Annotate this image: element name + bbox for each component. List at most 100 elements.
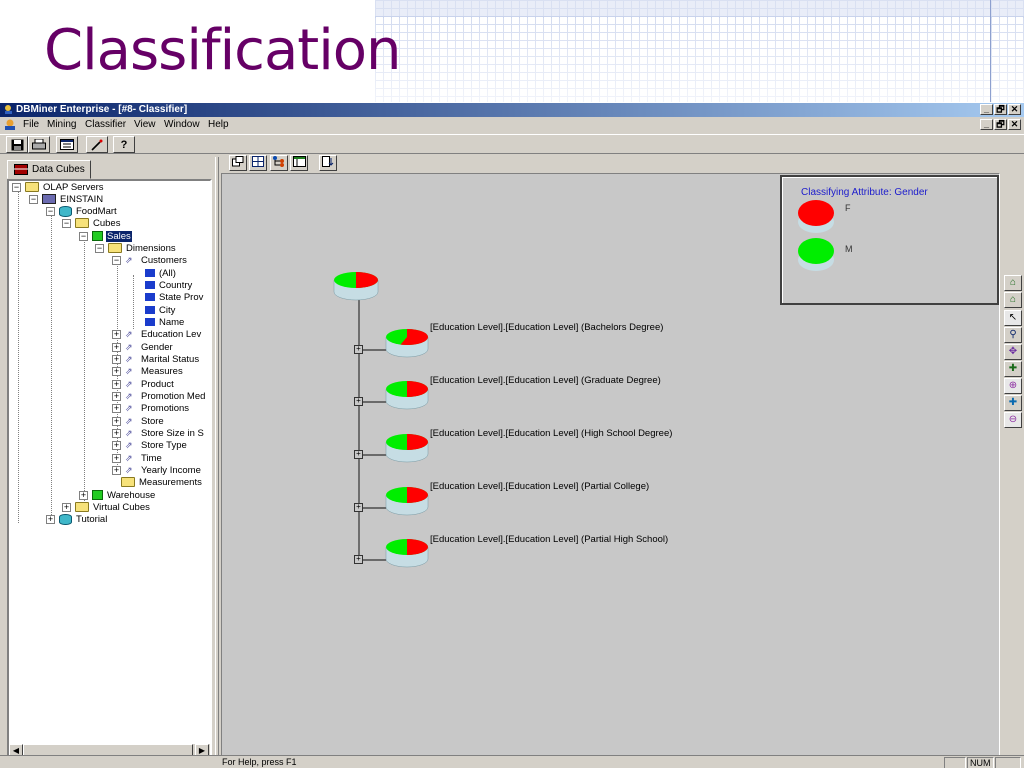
tree-item-city[interactable]: City [145,305,176,317]
tree-item-state-prov[interactable]: State Prov [145,292,204,304]
tree-item-yearly-income[interactable]: + ⇗ Yearly Income [112,465,202,477]
menu-file[interactable]: File [23,119,39,130]
expand-node-button[interactable]: + [354,503,363,512]
tab-data-cubes[interactable]: Data Cubes [7,160,91,179]
expand-node-button[interactable]: + [354,397,363,406]
pan-tool-button[interactable]: ✚ [1004,395,1022,411]
legend-swatches [798,200,834,271]
class-disk-node[interactable] [385,381,429,410]
tree-item-product[interactable]: + ⇗ Product [112,379,175,391]
expand-icon: ⊕ [1008,380,1018,391]
pointer-icon: ↖ [1008,312,1018,323]
tree-item-promotion-media[interactable]: + ⇗ Promotion Med [112,391,206,403]
panel-splitter[interactable] [215,157,219,763]
tree-item-marital-status[interactable]: + ⇗ Marital Status [112,354,200,366]
level-icon [145,318,155,327]
tree-item-store-size[interactable]: + ⇗ Store Size in S [112,428,205,440]
rotate-tool-button[interactable]: ✥ [1004,344,1022,360]
cube-icon [92,490,103,501]
restore-button[interactable]: 🗗 [994,104,1007,115]
minimize-button[interactable]: _ [980,104,993,115]
tree-item-virtual-cubes[interactable]: + Virtual Cubes [62,502,151,514]
collapse-tool-button[interactable]: ⊖ [1004,412,1022,428]
tree-item-gender[interactable]: + ⇗ Gender [112,342,174,354]
tree-item-all[interactable]: (All) [145,268,177,280]
tree-guide [133,275,134,329]
folder-icon [121,477,135,488]
move-tool-button[interactable]: ✚ [1004,361,1022,377]
window-title: DBMiner Enterprise - [#8- Classifier] [16,104,188,115]
tree-item-sales[interactable]: − Sales [79,231,132,243]
status-cell-empty [944,757,966,768]
tree-item-dimensions[interactable]: − Dimensions [95,243,177,255]
print-button[interactable] [28,136,50,153]
tree-item-promotions[interactable]: + ⇗ Promotions [112,403,190,415]
tree-item-name[interactable]: Name [145,317,185,329]
menu-window[interactable]: Window [164,119,200,130]
grid-button[interactable] [249,155,267,171]
layout-button[interactable] [229,155,247,171]
dimension-icon: ⇗ [125,328,133,339]
tree-item-time[interactable]: + ⇗ Time [112,453,163,465]
level-icon [145,293,155,302]
tree-item-country[interactable]: Country [145,280,193,292]
root-class-disk[interactable] [333,272,379,301]
class-disk-node[interactable] [385,487,429,516]
tree-item-tutorial[interactable]: + Tutorial [46,514,108,526]
table-view-button[interactable] [290,155,308,171]
tree-item-cubes[interactable]: − Cubes [62,218,121,230]
tree-item-olap-servers[interactable]: − OLAP Servers [12,182,105,194]
tree-item-foodmart[interactable]: − FoodMart [46,206,118,218]
tree-item-measurements[interactable]: Measurements [108,477,203,489]
expand-node-button[interactable]: + [354,345,363,354]
tree-item-measures[interactable]: + ⇗ Measures [112,366,184,378]
help-button[interactable]: ? [113,136,135,153]
tree-item-customers[interactable]: − ⇗ Customers [112,255,188,267]
zoom-tool-button[interactable]: ⚲ [1004,327,1022,343]
main-toolbar: ? [0,134,1024,154]
wizard-button[interactable] [86,136,108,153]
document-icon[interactable] [3,118,17,131]
data-cubes-tree[interactable]: − OLAP Servers − EINSTAIN − FoodMart − Cubes… [7,179,212,759]
slide-divider-line [990,0,991,102]
save-button[interactable] [6,136,28,153]
properties-button[interactable] [56,136,78,153]
tree-item-education-level[interactable]: + ⇗ Education Lev [112,329,202,341]
tree-item-einstain[interactable]: − EINSTAIN [29,194,104,206]
expand-tool-button[interactable]: ⊕ [1004,378,1022,394]
class-disk-node[interactable] [385,539,429,568]
close-button[interactable]: ✕ [1008,104,1021,115]
tree-item-store-type[interactable]: + ⇗ Store Type [112,440,188,452]
dimension-icon: ⇗ [125,353,133,364]
dimension-icon: ⇗ [125,341,133,352]
tree-item-store[interactable]: + ⇗ Store [112,416,165,428]
tree-layout-button[interactable] [270,155,288,171]
status-bar: For Help, press F1 NUM [0,755,1024,768]
class-disk-node[interactable] [385,434,429,463]
export-button[interactable] [319,155,337,171]
rotate-icon: ✥ [1008,346,1018,357]
data-cubes-panel: Data Cubes − OLAP Servers − EINSTAIN − Food… [4,157,214,761]
menu-classifier[interactable]: Classifier [85,119,126,130]
cube-tab-icon [14,164,28,175]
menu-mining[interactable]: Mining [47,119,76,130]
menu-help[interactable]: Help [208,119,229,130]
home-button[interactable]: ⌂ [1004,275,1022,291]
doc-minimize-button[interactable]: _ [980,119,993,130]
classifier-canvas[interactable]: + + + + + [Education Level].[Education L… [221,173,1000,763]
collapse-icon: ⊖ [1008,414,1018,425]
doc-restore-button[interactable]: 🗗 [994,119,1007,130]
pointer-tool-button[interactable]: ↖ [1004,310,1022,326]
expand-node-button[interactable]: + [354,450,363,459]
home-alt-button[interactable]: ⌂ [1004,292,1022,308]
status-cell-empty [995,757,1021,768]
tree-item-warehouse[interactable]: + Warehouse [79,490,156,502]
slide-title: Classification [44,18,402,83]
window-titlebar[interactable]: DBMiner Enterprise - [#8- Classifier] _ … [0,103,1024,117]
table-view-icon [292,156,306,167]
class-disk-node[interactable] [385,329,429,358]
menu-view[interactable]: View [134,119,156,130]
doc-close-button[interactable]: ✕ [1008,119,1021,130]
expand-node-button[interactable]: + [354,555,363,564]
export-icon [322,156,334,167]
